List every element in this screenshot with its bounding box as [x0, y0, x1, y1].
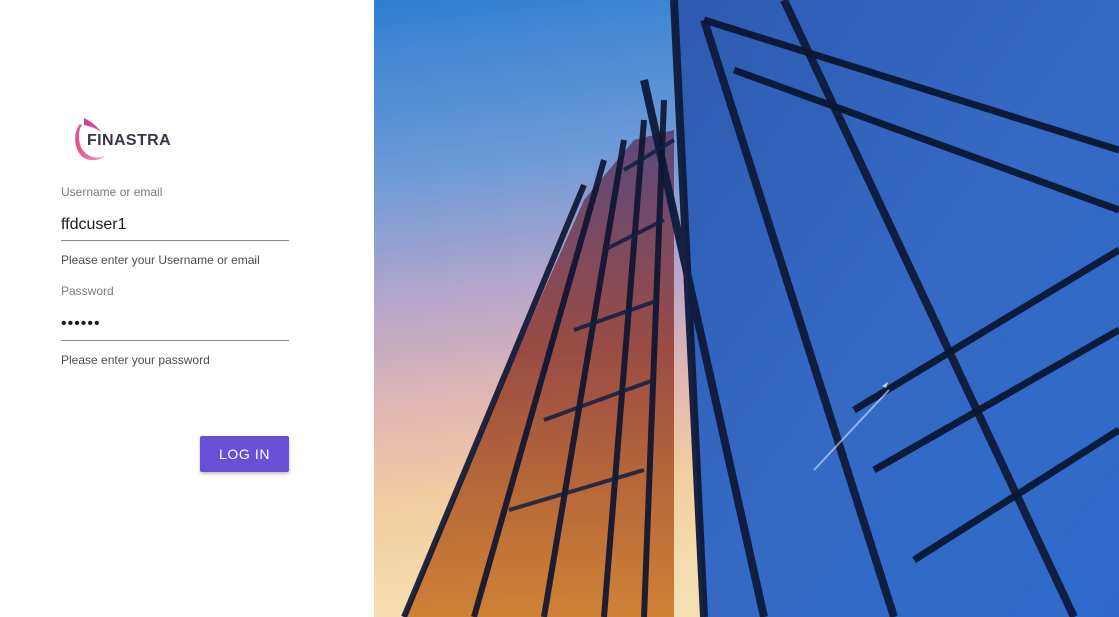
login-button[interactable]: LOG IN [200, 436, 289, 472]
password-helper-text: Please enter your password [61, 353, 210, 367]
password-label: Password [61, 284, 114, 298]
username-field-group: Username or email Please enter your User… [61, 185, 289, 267]
password-field-group: Password Please enter your password [61, 284, 289, 367]
password-input[interactable] [61, 298, 289, 341]
login-panel: FINASTRA Username or email Please enter … [0, 0, 374, 617]
username-helper-text: Please enter your Username or email [61, 253, 260, 267]
skyscraper-image [374, 0, 1119, 617]
login-page: FINASTRA Username or email Please enter … [0, 0, 1119, 617]
brand-name: FINASTRA [87, 132, 172, 149]
hero-image [374, 0, 1119, 617]
username-label: Username or email [61, 185, 163, 199]
username-input[interactable] [61, 199, 289, 241]
finastra-logo: FINASTRA [72, 116, 172, 164]
